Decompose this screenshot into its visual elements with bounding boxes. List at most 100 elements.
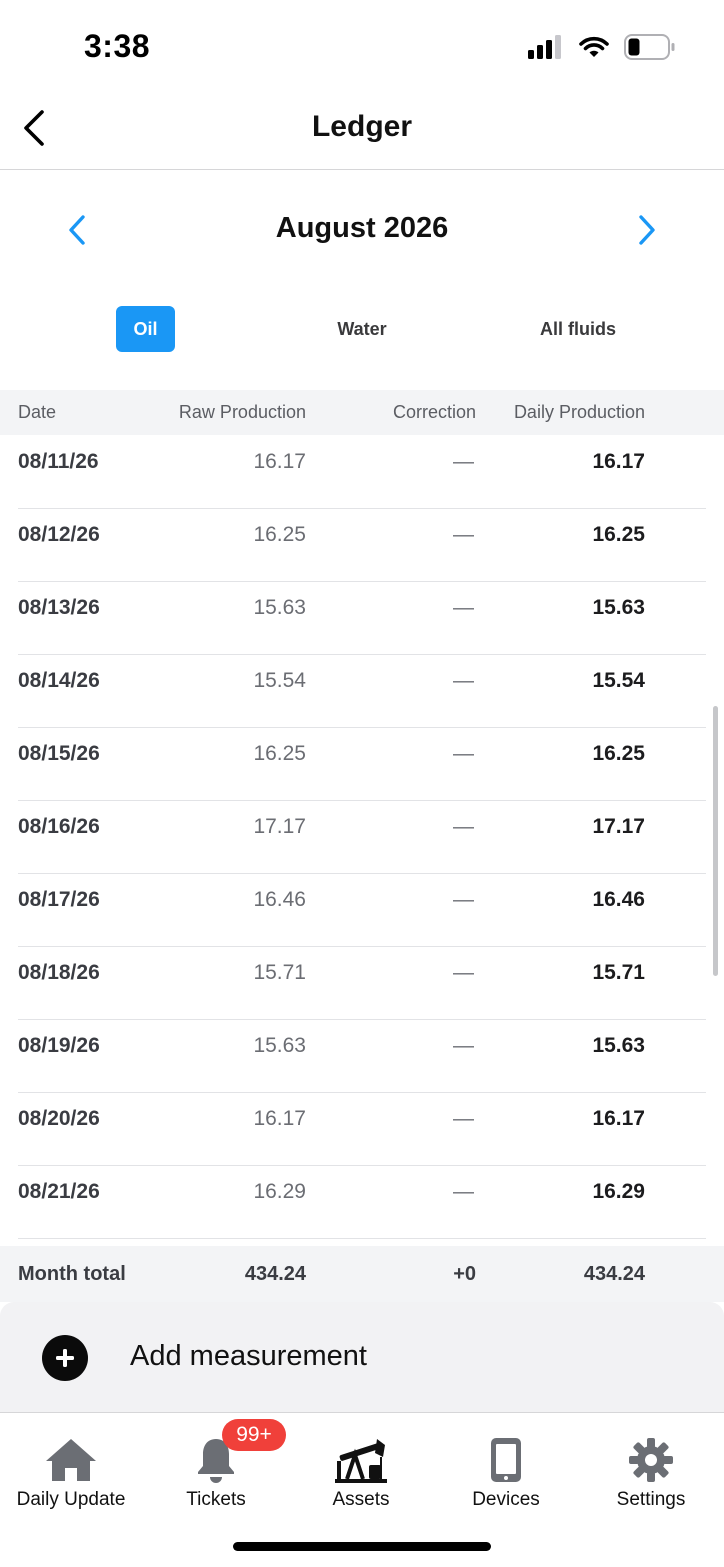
add-measurement-button[interactable]: Add measurement xyxy=(0,1302,724,1412)
row-daily-production: 15.63 xyxy=(592,1034,645,1057)
row-date: 08/11/26 xyxy=(18,450,99,473)
plus-circle-icon xyxy=(42,1335,88,1381)
row-correction: — xyxy=(453,815,474,838)
tab-assets[interactable]: Assets xyxy=(291,1423,431,1518)
row-correction: — xyxy=(453,961,474,984)
row-daily-production: 16.25 xyxy=(592,742,645,765)
row-raw-production: 15.63 xyxy=(253,1034,306,1057)
row-daily-production: 16.17 xyxy=(592,450,645,473)
row-daily-production: 16.46 xyxy=(592,888,645,911)
row-correction: — xyxy=(453,669,474,692)
row-daily-production: 15.63 xyxy=(592,596,645,619)
next-month-button[interactable] xyxy=(630,210,664,250)
table-row[interactable]: 08/20/26 16.17 — 16.17 xyxy=(0,1093,724,1166)
row-correction: — xyxy=(453,888,474,911)
row-daily-production: 15.71 xyxy=(592,961,645,984)
home-indicator[interactable] xyxy=(233,1542,491,1551)
tab-tickets[interactable]: 99+ Tickets xyxy=(146,1419,286,1518)
table-row[interactable]: 08/14/26 15.54 — 15.54 xyxy=(0,655,724,728)
row-raw-production: 16.17 xyxy=(253,1107,306,1130)
add-measurement-label: Add measurement xyxy=(130,1340,367,1372)
page-title: Ledger xyxy=(311,110,413,143)
fluid-tabs: Oil Water All fluids xyxy=(0,306,724,354)
phone-icon xyxy=(478,1435,534,1485)
tab-label: Tickets xyxy=(186,1489,246,1510)
table-row[interactable]: 08/19/26 15.63 — 15.63 xyxy=(0,1020,724,1093)
status-bar: 3:38 xyxy=(0,0,724,96)
month-label: August 2026 xyxy=(275,212,449,244)
battery-icon xyxy=(624,34,675,60)
row-daily-production: 16.17 xyxy=(592,1107,645,1130)
tab-label: Assets xyxy=(332,1489,390,1510)
column-header-raw-production: Raw Production xyxy=(178,402,306,422)
cellular-signal-icon xyxy=(528,35,561,59)
row-date: 08/12/26 xyxy=(18,523,100,546)
month-total-row: Month total 434.24 +0 434.24 xyxy=(0,1246,724,1302)
total-label: Month total xyxy=(18,1263,126,1285)
nav-header: Ledger xyxy=(0,96,724,170)
wifi-icon xyxy=(579,36,609,57)
tab-settings[interactable]: Settings xyxy=(581,1423,721,1518)
gear-icon xyxy=(623,1435,679,1485)
row-correction: — xyxy=(453,596,474,619)
row-date: 08/20/26 xyxy=(18,1107,100,1130)
row-correction: — xyxy=(453,742,474,765)
row-date: 08/14/26 xyxy=(18,669,100,692)
ledger-rows: 08/11/26 16.17 — 16.17 08/12/26 16.25 — … xyxy=(0,436,724,1239)
row-correction: — xyxy=(453,1107,474,1130)
row-daily-production: 15.54 xyxy=(592,669,645,692)
row-divider xyxy=(18,1238,706,1239)
pumpjack-icon xyxy=(333,1435,389,1485)
row-date: 08/16/26 xyxy=(18,815,100,838)
table-header: Date Raw Production Correction Daily Pro… xyxy=(0,390,724,435)
row-daily-production: 17.17 xyxy=(592,815,645,838)
row-date: 08/19/26 xyxy=(18,1034,100,1057)
tab-devices[interactable]: Devices xyxy=(436,1423,576,1518)
tab-label: Settings xyxy=(616,1489,686,1510)
vertical-scrollbar[interactable] xyxy=(713,706,718,976)
home-icon xyxy=(43,1435,99,1485)
row-date: 08/18/26 xyxy=(18,961,100,984)
total-raw-production: 434.24 xyxy=(244,1263,306,1285)
row-date: 08/17/26 xyxy=(18,888,100,911)
table-row[interactable]: 08/15/26 16.25 — 16.25 xyxy=(0,728,724,801)
tab-label: Daily Update xyxy=(16,1489,126,1510)
table-row[interactable]: 08/11/26 16.17 — 16.17 xyxy=(0,436,724,509)
tab-oil[interactable]: Oil xyxy=(116,306,175,352)
tickets-badge: 99+ xyxy=(222,1419,286,1451)
row-raw-production: 16.46 xyxy=(253,888,306,911)
row-correction: — xyxy=(453,450,474,473)
column-header-date: Date xyxy=(18,402,57,422)
total-daily-production: 434.24 xyxy=(583,1263,645,1285)
table-row[interactable]: 08/17/26 16.46 — 16.46 xyxy=(0,874,724,947)
row-correction: — xyxy=(453,1034,474,1057)
tab-all-fluids[interactable]: All fluids xyxy=(528,306,628,352)
row-raw-production: 15.63 xyxy=(253,596,306,619)
table-row[interactable]: 08/18/26 15.71 — 15.71 xyxy=(0,947,724,1020)
status-icons xyxy=(528,34,676,60)
column-header-correction: Correction xyxy=(392,402,476,422)
row-raw-production: 17.17 xyxy=(253,815,306,838)
row-raw-production: 16.17 xyxy=(253,450,306,473)
tab-daily-update[interactable]: Daily Update xyxy=(1,1423,141,1518)
tab-label: Devices xyxy=(472,1489,540,1510)
tab-water[interactable]: Water xyxy=(322,306,402,352)
month-selector: August 2026 xyxy=(0,200,724,260)
table-row[interactable]: 08/13/26 15.63 — 15.63 xyxy=(0,582,724,655)
table-row[interactable]: 08/12/26 16.25 — 16.25 xyxy=(0,509,724,582)
row-correction: — xyxy=(453,1180,474,1203)
row-date: 08/13/26 xyxy=(18,596,100,619)
table-row[interactable]: 08/16/26 17.17 — 17.17 xyxy=(0,801,724,874)
row-raw-production: 15.71 xyxy=(253,961,306,984)
chevron-right-icon xyxy=(639,215,655,245)
row-raw-production: 16.25 xyxy=(253,523,306,546)
row-raw-production: 16.29 xyxy=(253,1180,306,1203)
row-correction: — xyxy=(453,523,474,546)
column-header-daily-production: Daily Production xyxy=(513,402,645,422)
table-row[interactable]: 08/21/26 16.29 — 16.29 xyxy=(0,1166,724,1239)
row-raw-production: 16.25 xyxy=(253,742,306,765)
status-time: 3:38 xyxy=(84,28,151,64)
row-raw-production: 15.54 xyxy=(253,669,306,692)
row-date: 08/15/26 xyxy=(18,742,100,765)
total-correction: +0 xyxy=(453,1263,476,1285)
